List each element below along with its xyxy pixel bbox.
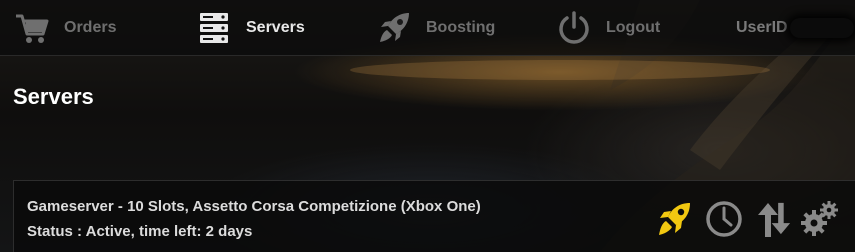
boost-rocket-icon[interactable] (654, 199, 694, 239)
nav-servers-label: Servers (246, 19, 305, 36)
gears-icon[interactable] (800, 199, 840, 239)
nav-orders-label: Orders (64, 19, 117, 36)
nav-boosting-label: Boosting (426, 19, 496, 36)
server-icon (200, 13, 228, 43)
nav-user-id[interactable]: UserID (736, 0, 854, 56)
page-title: Servers (13, 84, 94, 109)
nav-orders[interactable]: Orders (14, 0, 116, 56)
clock-icon[interactable] (704, 199, 744, 239)
cart-icon (16, 14, 49, 43)
nav-logout-label: Logout (606, 19, 661, 36)
user-id-redacted (789, 18, 854, 38)
user-id-label: UserID (736, 19, 788, 36)
nav-servers[interactable]: Servers (196, 0, 305, 56)
top-navigation-bar: Orders Servers Boosting Logout UserID (0, 0, 855, 56)
server-card: Gameserver - 10 Slots, Assetto Corsa Com… (13, 180, 855, 252)
nav-boosting[interactable]: Boosting (376, 0, 495, 56)
power-icon (559, 11, 589, 44)
up-down-arrows-icon[interactable] (754, 199, 794, 239)
server-actions (14, 199, 855, 239)
rocket-icon (380, 13, 409, 42)
nav-logout[interactable]: Logout (556, 0, 660, 56)
